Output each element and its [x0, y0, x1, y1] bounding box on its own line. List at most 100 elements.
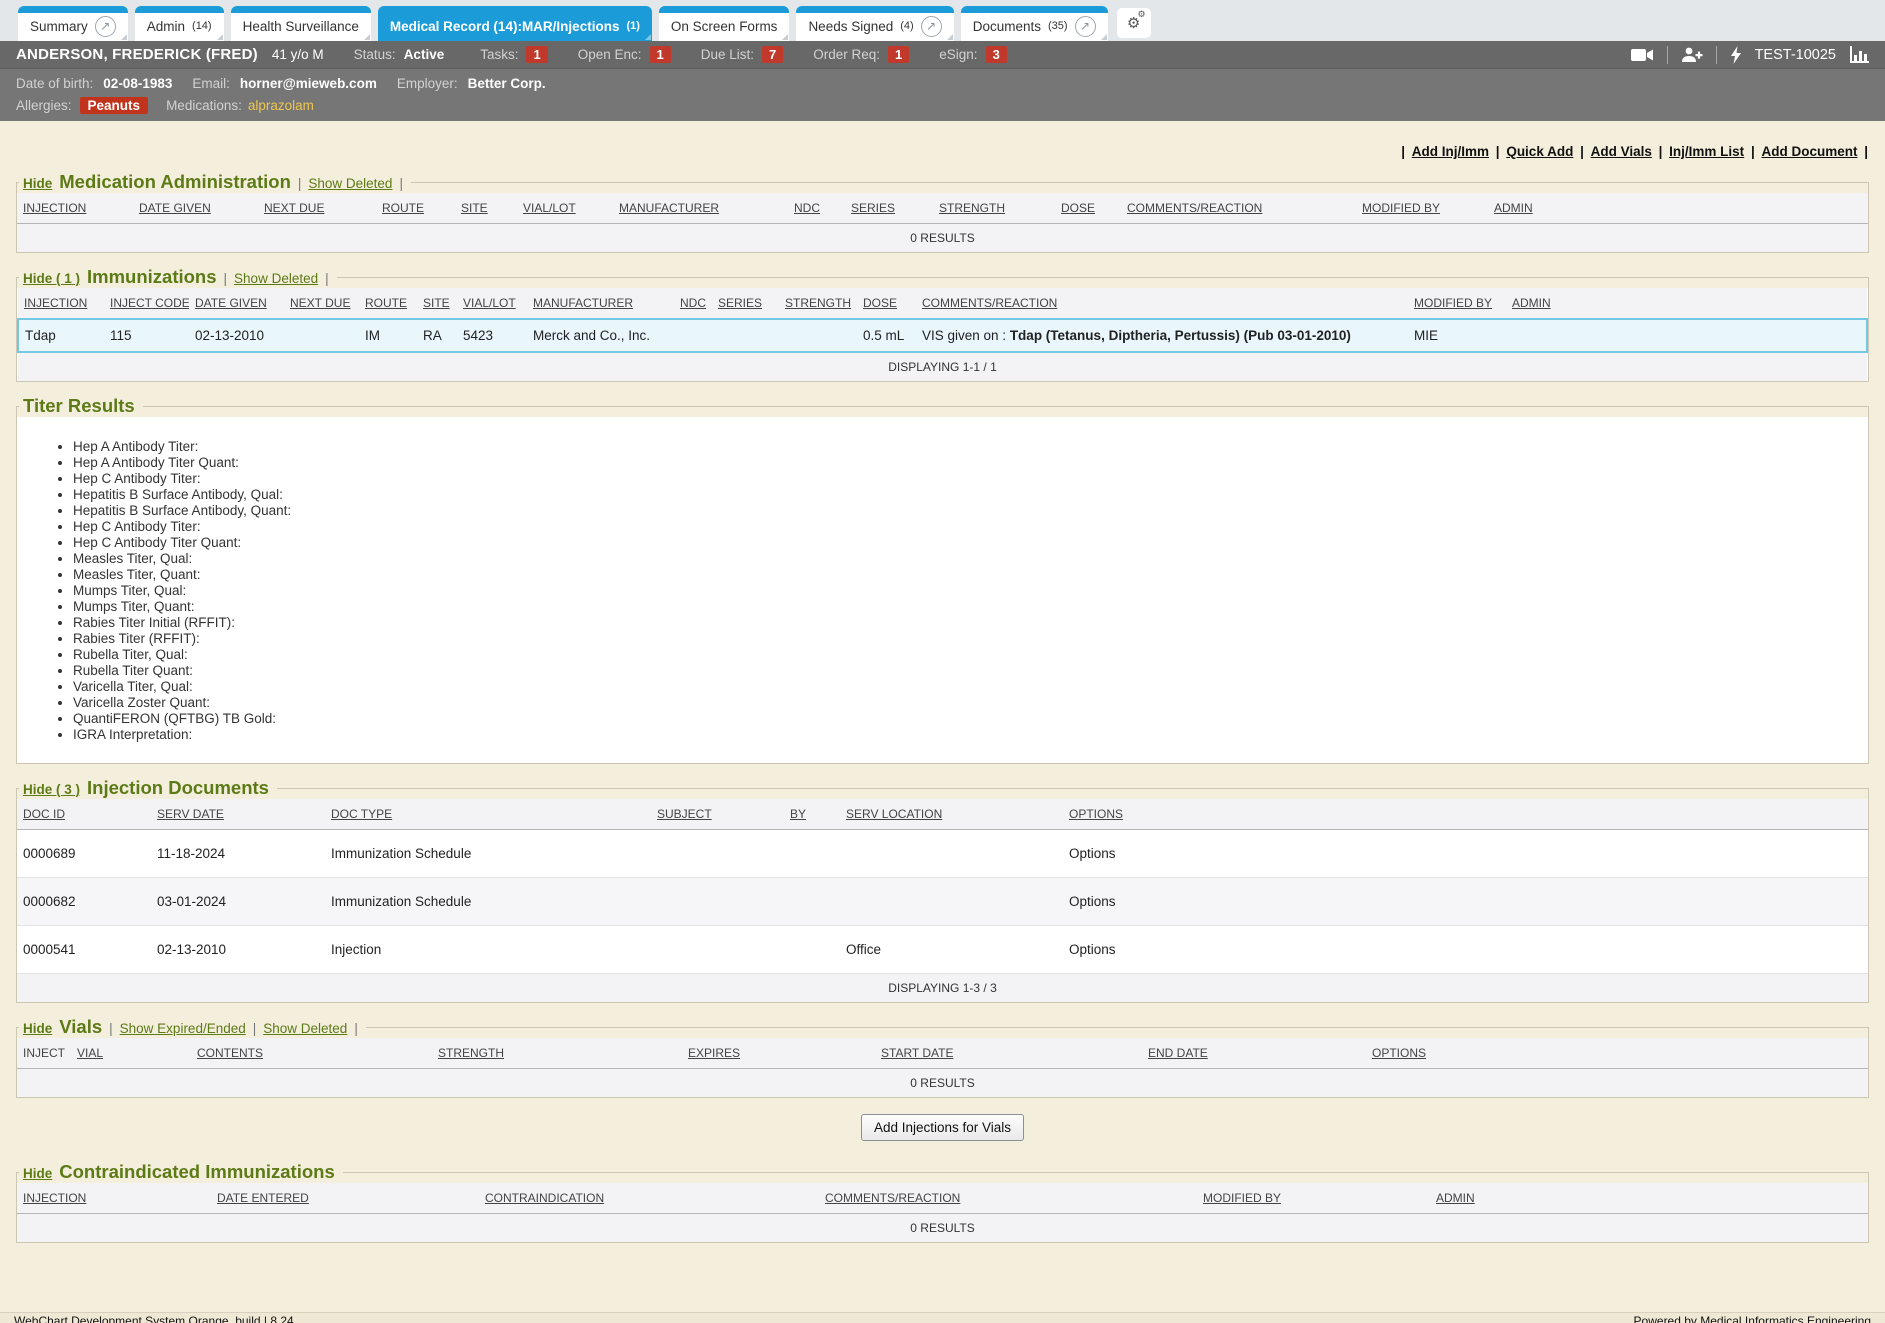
- column-header-label[interactable]: DATE GIVEN: [195, 296, 267, 310]
- column-header-label[interactable]: NEXT DUE: [290, 296, 350, 310]
- hide-link[interactable]: Hide: [23, 1021, 52, 1036]
- medication-value[interactable]: alprazolam: [248, 98, 314, 113]
- column-header-label[interactable]: SERIES: [718, 296, 762, 310]
- column-header-label[interactable]: DOSE: [1061, 201, 1095, 215]
- action-link-inj-imm-list[interactable]: Inj/Imm List: [1669, 144, 1744, 159]
- column-header-label[interactable]: INJECTION: [23, 201, 86, 215]
- column-header-label[interactable]: MANUFACTURER: [619, 201, 719, 215]
- lightning-bolt-icon[interactable]: [1730, 46, 1742, 64]
- table-row[interactable]: Tdap11502-13-2010IMRA5423Merck and Co., …: [18, 319, 1867, 352]
- tab[interactable]: Health Surveillance: [231, 6, 371, 41]
- column-header-label[interactable]: NEXT DUE: [264, 201, 324, 215]
- hide-link[interactable]: Hide ( 3 ): [23, 782, 80, 797]
- column-header-label[interactable]: NDC: [680, 296, 706, 310]
- action-link-add-document[interactable]: Add Document: [1761, 144, 1857, 159]
- column-header-label[interactable]: ROUTE: [382, 201, 424, 215]
- column-header-label[interactable]: SERV LOCATION: [846, 807, 942, 821]
- tab-count: (14): [192, 20, 212, 32]
- action-link-quick-add[interactable]: Quick Add: [1506, 144, 1573, 159]
- legend-link-show-deleted[interactable]: Show Deleted: [263, 1021, 347, 1036]
- column-header-label[interactable]: VIAL: [77, 1046, 103, 1060]
- stat-count-badge[interactable]: 3: [986, 46, 1007, 63]
- column-header-label[interactable]: COMMENTS/REACTION: [922, 296, 1057, 310]
- column-header-label[interactable]: MODIFIED BY: [1203, 1191, 1281, 1205]
- tab[interactable]: Admin(14): [135, 6, 224, 41]
- column-header: NDC: [788, 193, 845, 224]
- allergy-badge[interactable]: Peanuts: [80, 97, 149, 114]
- column-header-label[interactable]: MODIFIED BY: [1362, 201, 1440, 215]
- column-header-label[interactable]: OPTIONS: [1372, 1046, 1426, 1060]
- open-external-icon[interactable]: ↗: [1075, 16, 1096, 37]
- column-header-label[interactable]: ADMIN: [1436, 1191, 1475, 1205]
- column-header-label[interactable]: COMMENTS/REACTION: [825, 1191, 960, 1205]
- stat-count-badge[interactable]: 1: [526, 46, 547, 63]
- settings-gear-button[interactable]: ⚙⚙: [1117, 8, 1151, 38]
- column-header-label[interactable]: COMMENTS/REACTION: [1127, 201, 1262, 215]
- table-cell: [651, 830, 784, 878]
- dob-value: 02-08-1983: [103, 76, 172, 91]
- column-header-label[interactable]: START DATE: [881, 1046, 953, 1060]
- column-header-label[interactable]: INJECTION: [23, 1191, 86, 1205]
- stat-count-badge[interactable]: 1: [650, 46, 671, 63]
- column-header-label[interactable]: DATE ENTERED: [217, 1191, 309, 1205]
- column-header-label[interactable]: MODIFIED BY: [1414, 296, 1492, 310]
- column-header: SITE: [455, 193, 517, 224]
- column-header-label[interactable]: SERIES: [851, 201, 895, 215]
- column-header-label[interactable]: EXPIRES: [688, 1046, 740, 1060]
- column-header-label[interactable]: DOC TYPE: [331, 807, 392, 821]
- stat-count-badge[interactable]: 7: [762, 46, 783, 63]
- bar-chart-icon[interactable]: [1849, 46, 1869, 63]
- medication-administration-table: INJECTION DATE GIVEN NEXT DUE ROUTE SITE VIAL…: [17, 193, 1868, 252]
- tab[interactable]: Medical Record (14):MAR/Injections(1): [378, 6, 652, 41]
- column-header-label[interactable]: ADMIN: [1512, 296, 1551, 310]
- action-link-add-vials[interactable]: Add Vials: [1591, 144, 1652, 159]
- column-header-label[interactable]: SITE: [423, 296, 450, 310]
- column-header-label[interactable]: STRENGTH: [438, 1046, 504, 1060]
- hide-link[interactable]: Hide: [23, 176, 52, 191]
- titer-item: Rubella Titer, Qual:: [73, 647, 1858, 663]
- stat-count-badge[interactable]: 1: [888, 46, 909, 63]
- column-header-label[interactable]: ADMIN: [1494, 201, 1533, 215]
- column-header-label[interactable]: DATE GIVEN: [139, 201, 211, 215]
- tab[interactable]: Summary↗: [18, 6, 128, 41]
- add-injections-for-vials-button[interactable]: Add Injections for Vials: [861, 1114, 1024, 1141]
- open-external-icon[interactable]: ↗: [95, 16, 116, 37]
- tab[interactable]: On Screen Forms: [659, 6, 790, 41]
- titer-item: Hep C Antibody Titer Quant:: [73, 535, 1858, 551]
- column-header-label[interactable]: CONTRAINDICATION: [485, 1191, 604, 1205]
- tab-bar: Summary↗Admin(14)Health SurveillanceMedi…: [0, 0, 1885, 41]
- column-header-label[interactable]: VIAL/LOT: [523, 201, 576, 215]
- action-link-add-inj-imm[interactable]: Add Inj/Imm: [1412, 144, 1489, 159]
- open-external-icon[interactable]: ↗: [921, 16, 942, 37]
- column-header-label[interactable]: VIAL/LOT: [463, 296, 516, 310]
- legend-link-show-deleted[interactable]: Show Deleted: [308, 176, 392, 191]
- hide-link[interactable]: Hide ( 1 ): [23, 271, 80, 286]
- column-header-label[interactable]: DOSE: [863, 296, 897, 310]
- options-link[interactable]: Options: [1069, 846, 1116, 861]
- column-header-label[interactable]: STRENGTH: [939, 201, 1005, 215]
- column-header-label[interactable]: SITE: [461, 201, 488, 215]
- column-header-label[interactable]: OPTIONS: [1069, 807, 1123, 821]
- column-header-label[interactable]: CONTENTS: [197, 1046, 263, 1060]
- tab[interactable]: Needs Signed(4)↗: [796, 6, 953, 41]
- column-header-label[interactable]: INJECT CODE: [110, 296, 189, 310]
- legend-link-show-expired-ended[interactable]: Show Expired/Ended: [120, 1021, 246, 1036]
- hide-link[interactable]: Hide: [23, 1166, 52, 1181]
- column-header-label[interactable]: SERV DATE: [157, 807, 224, 821]
- column-header-label[interactable]: STRENGTH: [785, 296, 851, 310]
- column-header-label[interactable]: DOC ID: [23, 807, 65, 821]
- video-camera-icon[interactable]: [1631, 48, 1654, 62]
- column-header-label[interactable]: END DATE: [1148, 1046, 1208, 1060]
- column-header-label[interactable]: SUBJECT: [657, 807, 712, 821]
- column-header-label[interactable]: INJECTION: [24, 296, 87, 310]
- options-link[interactable]: Options: [1069, 894, 1116, 909]
- options-link[interactable]: Options: [1069, 942, 1116, 957]
- legend-link-show-deleted[interactable]: Show Deleted: [234, 271, 318, 286]
- add-user-icon[interactable]: [1681, 47, 1703, 63]
- column-header-label[interactable]: BY: [790, 807, 806, 821]
- column-header-label[interactable]: ROUTE: [365, 296, 407, 310]
- column-header-label[interactable]: NDC: [794, 201, 820, 215]
- tab[interactable]: Documents(35)↗: [961, 6, 1108, 41]
- table-cell: Immunization Schedule: [325, 878, 651, 926]
- column-header-label[interactable]: MANUFACTURER: [533, 296, 633, 310]
